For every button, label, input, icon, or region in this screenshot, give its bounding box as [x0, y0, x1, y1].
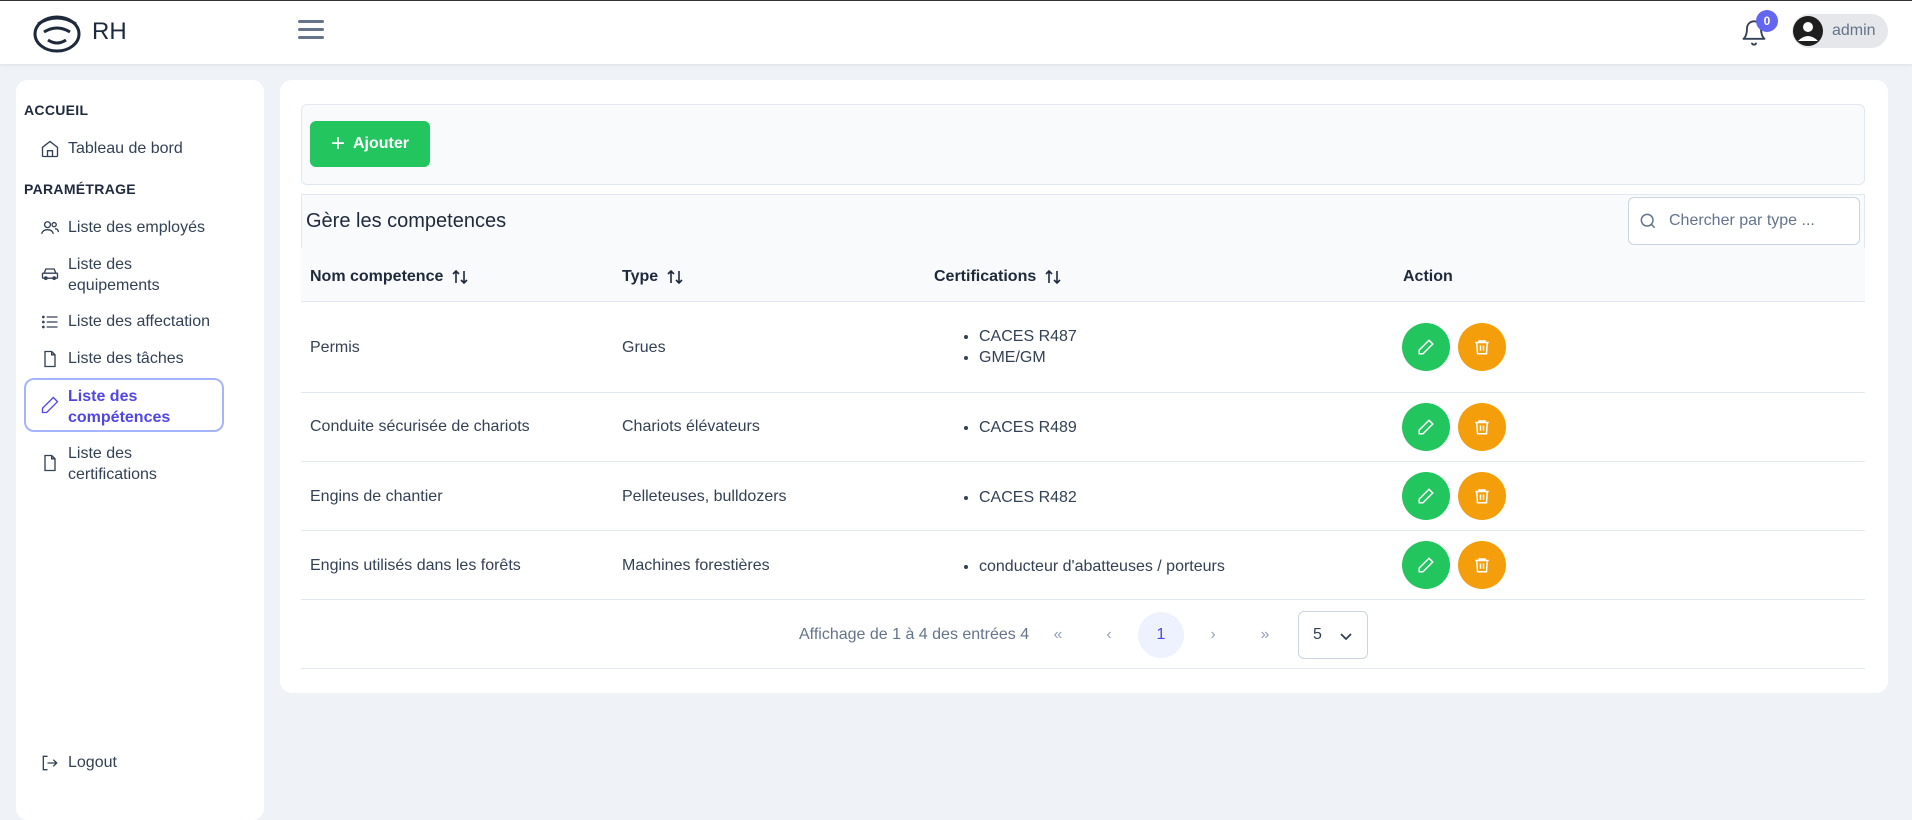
sidebar-item-dashboard[interactable]: Tableau de bord [24, 138, 224, 159]
list-item: GME/GM [979, 347, 1077, 368]
edit-button[interactable] [1402, 541, 1450, 589]
cell-certifications: CACES R482 [959, 487, 1077, 508]
cell-name: Conduite sécurisée de chariots [310, 418, 530, 435]
search-field[interactable] [1628, 197, 1860, 245]
column-header-action: Action [1403, 268, 1453, 285]
trash-icon [1475, 420, 1489, 435]
sidebar-item-tasks[interactable]: Liste des tâches [24, 348, 224, 369]
sidebar-item-label: Liste des certifications [68, 445, 157, 483]
table-row [301, 462, 1865, 531]
trash-icon [1475, 340, 1489, 355]
first-page-icon: « [1053, 626, 1063, 643]
prev-page-icon: ‹ [1106, 626, 1112, 643]
prev-page-button[interactable]: ‹ [1086, 612, 1132, 658]
search-icon [1640, 213, 1656, 229]
sort-icon [667, 269, 683, 285]
top-bar [0, 0, 1912, 64]
logout-icon [42, 755, 58, 771]
next-page-button[interactable]: › [1190, 612, 1236, 658]
logout-label: Logout [68, 754, 117, 771]
logout-button[interactable]: Logout [24, 752, 224, 773]
add-button[interactable]: + Ajouter [310, 121, 430, 167]
divider [301, 668, 1865, 669]
avatar-icon[interactable] [1792, 15, 1824, 47]
delete-button[interactable] [1458, 472, 1506, 520]
user-name[interactable]: admin [1832, 22, 1876, 40]
notification-badge: 0 [1756, 10, 1778, 32]
first-page-button[interactable]: « [1035, 612, 1081, 658]
cell-type: Machines forestières [622, 557, 770, 574]
sort-icon [1045, 269, 1061, 285]
menu-toggle-icon[interactable] [298, 20, 324, 44]
pencil-icon [41, 396, 59, 414]
search-input[interactable] [1669, 198, 1855, 244]
list-item: CACES R487 [979, 326, 1077, 347]
rows-per-page-select[interactable]: 5 [1298, 611, 1368, 659]
table-head [301, 248, 1865, 302]
table-row [301, 393, 1865, 462]
column-header-name[interactable]: Nom competence [310, 268, 469, 286]
sidebar-item-label: Liste des employés [68, 219, 205, 236]
sidebar-section-home: ACCUEIL [24, 102, 89, 118]
sidebar-item-certifications[interactable]: Liste des certifications [24, 443, 224, 485]
delete-button[interactable] [1458, 541, 1506, 589]
cell-type: Grues [622, 339, 666, 356]
column-header-type[interactable]: Type [622, 268, 684, 286]
list-item: CACES R482 [979, 487, 1077, 508]
sidebar-item-assignments[interactable]: Liste des affectation [24, 311, 224, 332]
sidebar-item-skills[interactable]: Liste des compétences [24, 378, 224, 432]
logo-icon [33, 15, 81, 53]
sidebar-item-label: Liste des compétences [68, 388, 171, 426]
sort-icon [452, 269, 468, 285]
toolbar [301, 104, 1865, 185]
sidebar-item-label: Liste des affectation [68, 313, 211, 330]
delete-button[interactable] [1458, 403, 1506, 451]
sidebar-item-label: Liste des tâches [68, 350, 184, 367]
cell-certifications: conducteur d'abatteuses / porteurs [959, 556, 1225, 577]
cell-name: Engins utilisés dans les forêts [310, 557, 521, 574]
file-icon [44, 454, 56, 472]
column-header-certifications[interactable]: Certifications [934, 268, 1062, 286]
car-icon [41, 268, 59, 281]
sidebar-item-equipment[interactable]: Liste des equipements [24, 254, 224, 296]
chevron-down-icon [1340, 633, 1352, 641]
rows-per-page-value: 5 [1313, 626, 1322, 643]
pagination-summary: Affichage de 1 à 4 des entrées 4 [799, 626, 1030, 643]
cell-certifications: CACES R489 [959, 417, 1077, 438]
file-icon [44, 350, 56, 368]
users-icon [41, 221, 59, 235]
sidebar-section-settings: PARAMÉTRAGE [24, 181, 136, 197]
list-item: conducteur d'abatteuses / porteurs [979, 556, 1225, 577]
brand-name: RH [92, 18, 127, 45]
delete-button[interactable] [1458, 323, 1506, 371]
plus-icon: + [330, 130, 345, 157]
last-page-icon: » [1260, 626, 1270, 643]
cell-name: Permis [310, 339, 360, 356]
list-icon [42, 315, 58, 329]
pencil-icon [1418, 339, 1434, 355]
table-title: Gère les competences [306, 210, 507, 232]
trash-icon [1475, 558, 1489, 573]
pencil-icon [1418, 557, 1434, 573]
pencil-icon [1418, 488, 1434, 504]
pencil-icon [1418, 419, 1434, 435]
page-button-current[interactable]: 1 [1138, 612, 1184, 658]
sidebar-item-employees[interactable]: Liste des employés [24, 217, 224, 238]
home-icon [41, 140, 59, 158]
table-row [301, 302, 1865, 393]
trash-icon [1475, 489, 1489, 504]
edit-button[interactable] [1402, 472, 1450, 520]
edit-button[interactable] [1402, 403, 1450, 451]
add-button-label: Ajouter [353, 135, 409, 152]
cell-type: Chariots élévateurs [622, 418, 760, 435]
cell-type: Pelleteuses, bulldozers [622, 488, 787, 505]
list-item: CACES R489 [979, 417, 1077, 438]
next-page-icon: › [1210, 626, 1216, 643]
cell-name: Engins de chantier [310, 488, 443, 505]
cell-certifications: CACES R487 GME/GM [959, 326, 1077, 368]
sidebar-item-label: Liste des equipements [68, 256, 160, 294]
last-page-button[interactable]: » [1242, 612, 1288, 658]
edit-button[interactable] [1402, 323, 1450, 371]
sidebar-item-label: Tableau de bord [68, 140, 183, 157]
